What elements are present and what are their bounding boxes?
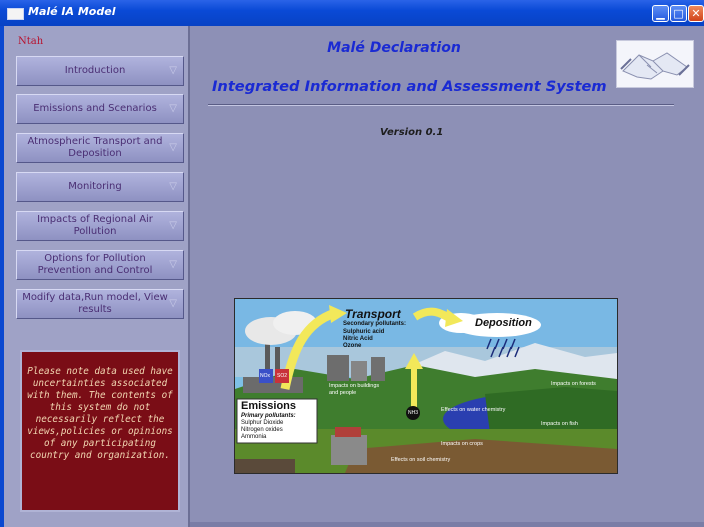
nav-options-button[interactable]: Options for Pollution Prevention and Con… xyxy=(16,250,184,280)
diagram-effects-soil: Effects on soil chemistry xyxy=(391,457,451,463)
nav-label: Atmospheric Transport and Deposition xyxy=(27,136,163,159)
title-bar[interactable]: Malé IA Model ▁ □ ✕ xyxy=(0,0,704,26)
chevron-down-icon: ▽ xyxy=(169,220,177,231)
sidebar-header: Ntah xyxy=(18,36,44,47)
diagram-impacts-forests: Impacts on forests xyxy=(551,381,596,387)
diagram-emissions-item: Ammonia xyxy=(241,434,267,440)
diagram-emissions-item: Nitrogen oxides xyxy=(241,427,283,433)
app-icon xyxy=(7,8,24,20)
nav-label: Modify data,Run model, View results xyxy=(22,292,168,315)
close-button[interactable]: ✕ xyxy=(688,5,704,22)
chevron-down-icon: ▽ xyxy=(169,259,177,270)
chevron-down-icon: ▽ xyxy=(169,103,177,114)
sidebar: Ntah Introduction ▽ Emissions and Scenar… xyxy=(4,26,190,527)
nav-modify-data-button[interactable]: Modify data,Run model, View results ▽ xyxy=(16,289,184,319)
nav-impacts-button[interactable]: Impacts of Regional Air Pollution ▽ xyxy=(16,211,184,241)
pollution-diagram: Transport Secondary pollutants: Sulphuri… xyxy=(234,298,618,474)
diagram-so2-label: SO2 xyxy=(277,373,288,379)
nav-label: Options for Pollution Prevention and Con… xyxy=(37,253,153,276)
title-divider xyxy=(208,104,674,106)
page-title: Malé Declaration xyxy=(327,40,461,56)
maximize-button[interactable]: □ xyxy=(670,5,687,22)
diagram-deposition-label: Deposition xyxy=(475,317,532,329)
nav-label: Impacts of Regional Air Pollution xyxy=(37,214,153,237)
diagram-impacts-fish: Impacts on fish xyxy=(541,421,578,427)
nav-emissions-button[interactable]: Emissions and Scenarios ▽ xyxy=(16,94,184,124)
diagram-emissions-title: Emissions xyxy=(241,400,297,412)
nav-label: Introduction xyxy=(64,65,126,76)
diagram-effects-water: Effects on water chemistry xyxy=(441,407,506,413)
page-subtitle: Integrated Information and Assessment Sy… xyxy=(212,78,607,95)
diagram-emissions-item: Sulphur Dioxide xyxy=(241,420,284,426)
diagram-transport-item: Sulphuric acid xyxy=(343,329,385,335)
chevron-down-icon: ▽ xyxy=(169,298,177,309)
diagram-transport-item: Ozone xyxy=(343,343,362,349)
version-label: Version 0.1 xyxy=(380,127,444,138)
chevron-down-icon: ▽ xyxy=(169,65,177,76)
diagram-nh3-label: NH3 xyxy=(408,410,419,416)
diagram-transport-sub: Secondary pollutants: xyxy=(343,321,407,327)
chevron-down-icon: ▽ xyxy=(169,142,177,153)
minimize-button[interactable]: ▁ xyxy=(652,5,669,22)
nav-label: Emissions and Scenarios xyxy=(33,103,157,114)
nav-monitoring-button[interactable]: Monitoring ▽ xyxy=(16,172,184,202)
nav-label: Monitoring xyxy=(68,181,122,192)
diagram-transport-item: Nitric Acid xyxy=(343,336,373,342)
disclaimer-text: Please note data used have uncertainties… xyxy=(27,366,173,461)
diagram-nox-label: NOx xyxy=(260,373,270,379)
disclaimer-box: Please note data used have uncertainties… xyxy=(20,350,180,512)
nav-introduction-button[interactable]: Introduction ▽ xyxy=(16,56,184,86)
chevron-down-icon: ▽ xyxy=(169,181,177,192)
diagram-transport-title: Transport xyxy=(345,307,401,321)
diagram-emissions-sub: Primary pollutants: xyxy=(241,413,296,419)
diagram-impacts-buildings: Impacts on buildings and people xyxy=(329,383,380,396)
nav-atmospheric-transport-button[interactable]: Atmospheric Transport and Deposition ▽ xyxy=(16,133,184,163)
app-window: Malé IA Model ▁ □ ✕ Ntah Introduction ▽ … xyxy=(0,0,704,527)
status-strip xyxy=(190,522,704,527)
window-title: Malé IA Model xyxy=(28,5,116,18)
handshake-icon xyxy=(616,40,694,88)
diagram-impacts-crops: Impacts on crops xyxy=(441,441,483,447)
